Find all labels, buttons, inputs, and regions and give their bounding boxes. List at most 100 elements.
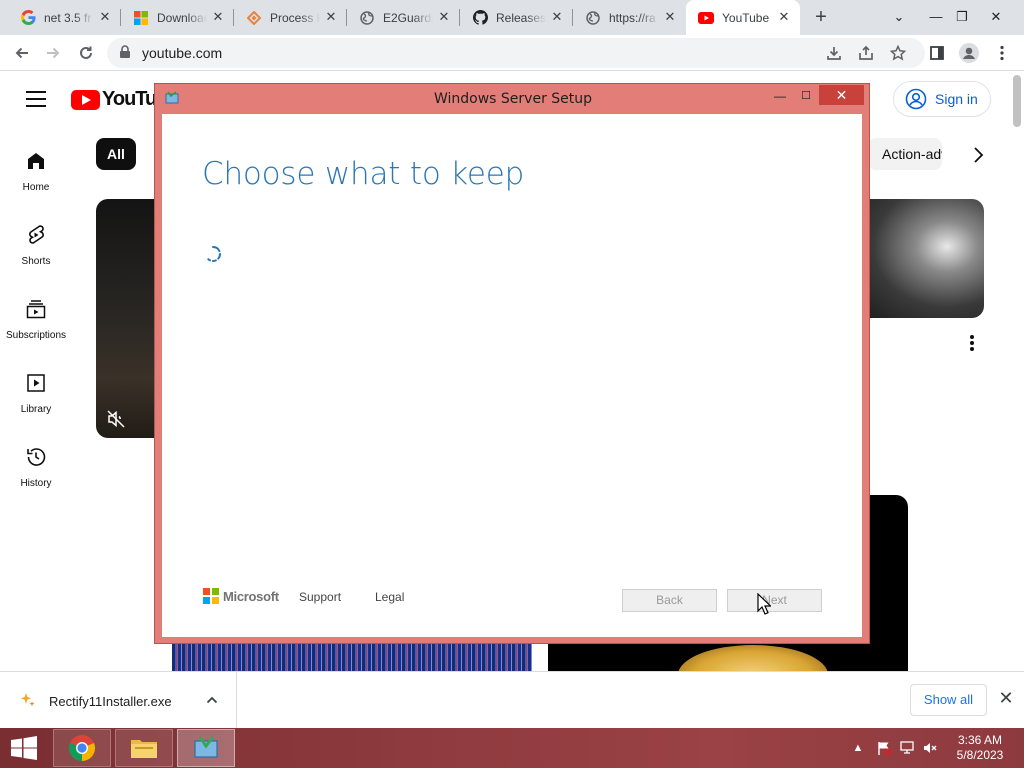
support-link[interactable]: Support (299, 590, 341, 604)
close-icon[interactable]: ✕ (210, 9, 226, 25)
close-icon[interactable]: ✕ (996, 688, 1016, 708)
account-icon (905, 88, 927, 110)
hamburger-menu-icon[interactable] (26, 91, 46, 107)
avatar-icon (959, 43, 979, 63)
close-icon[interactable]: ✕ (662, 9, 678, 25)
tab-youtube[interactable]: YouTube ✕ (686, 0, 800, 35)
history-icon (27, 448, 46, 466)
windows-start-icon[interactable] (8, 736, 40, 760)
setup-dialog: Windows Server Setup — ☐ ✕ Choose what t… (154, 83, 870, 644)
back-button[interactable] (8, 39, 36, 67)
side-panel-icon (930, 46, 944, 60)
youtube-icon (698, 10, 714, 26)
close-icon[interactable]: ✕ (436, 9, 452, 25)
chevron-right-icon[interactable] (966, 143, 990, 167)
page-scrollbar[interactable] (1013, 75, 1021, 127)
video-thumbnail[interactable] (860, 199, 984, 318)
sidebar-item-library[interactable]: Library (0, 371, 72, 415)
home-icon (28, 153, 44, 169)
more-vertical-icon (1000, 45, 1004, 61)
legal-link[interactable]: Legal (375, 590, 404, 604)
taskbar-clock[interactable]: 3:36 AM 5/8/2023 (950, 733, 1010, 763)
mouse-cursor-icon (757, 593, 771, 615)
tab-process-hacker[interactable]: Process H ✕ (234, 0, 347, 35)
network-icon[interactable] (899, 740, 915, 756)
more-vertical-icon[interactable] (966, 333, 978, 353)
share-button[interactable] (852, 39, 880, 67)
reload-icon (80, 46, 92, 59)
new-tab-button[interactable]: + (810, 6, 832, 28)
install-app-button[interactable] (820, 39, 848, 67)
reload-button[interactable] (72, 39, 100, 67)
tab-label: https://ra (609, 10, 656, 25)
setup-icon (194, 736, 218, 758)
tab-download[interactable]: Download ✕ (121, 0, 234, 35)
arrow-left-icon (15, 47, 28, 59)
sidebar-item-subscriptions[interactable]: Subscriptions (0, 297, 72, 341)
close-icon[interactable]: ✕ (97, 9, 113, 25)
thumbnail-artwork (678, 645, 828, 671)
close-icon[interactable]: ✕ (323, 9, 339, 25)
next-button[interactable]: Next (727, 589, 822, 612)
taskbar-chrome[interactable] (53, 729, 111, 767)
sidebar-item-label: Shorts (21, 256, 51, 267)
tab-net35[interactable]: net 3.5 fr ✕ (8, 0, 121, 35)
restore-button[interactable]: ❐ (944, 0, 980, 35)
chevron-up-icon[interactable] (204, 692, 220, 708)
clock-time: 3:36 AM (957, 733, 1003, 747)
tab-label: E2Guardi (383, 10, 433, 25)
sidebar-item-label: Subscriptions (5, 330, 67, 341)
tray-overflow-icon[interactable]: ▲ (850, 740, 866, 756)
close-icon[interactable]: ✕ (776, 9, 792, 25)
side-panel-button[interactable] (923, 39, 951, 67)
tab-e2guardian[interactable]: E2Guardi ✕ (347, 0, 460, 35)
share-icon (859, 45, 873, 60)
muted-speaker-icon (107, 410, 125, 428)
download-icon (827, 47, 841, 60)
windows-taskbar: ▲ 3:36 AM 5/8/2023 (0, 728, 1024, 768)
tab-search-button[interactable]: ⌄ (881, 0, 917, 35)
tab-label: YouTube (722, 10, 770, 25)
download-shelf: Rectify11Installer.exe Show all ✕ (0, 671, 1024, 728)
download-item[interactable]: Rectify11Installer.exe (0, 672, 237, 728)
taskbar-setup[interactable] (177, 729, 235, 767)
volume-muted-icon[interactable] (922, 740, 938, 756)
menu-button[interactable] (988, 39, 1016, 67)
bookmark-button[interactable] (884, 39, 912, 67)
file-explorer-icon (131, 740, 157, 758)
tab-releases[interactable]: Releases ✕ (460, 0, 573, 35)
close-window-button[interactable]: ✕ (978, 0, 1014, 35)
tab-label: Releases (496, 10, 546, 25)
dialog-close-button[interactable]: ✕ (819, 85, 864, 105)
chrome-icon (68, 735, 96, 762)
globe-icon (359, 10, 375, 26)
action-center-flag-icon[interactable] (876, 740, 892, 756)
back-button[interactable]: Back (622, 589, 717, 612)
lock-icon[interactable] (119, 45, 131, 64)
download-filename: Rectify11Installer.exe (49, 694, 172, 709)
forward-button[interactable] (39, 39, 67, 67)
profile-button[interactable] (955, 39, 983, 67)
dialog-minimize-button[interactable]: — (769, 86, 791, 108)
microsoft-logo: Microsoft (203, 588, 279, 604)
clock-date: 5/8/2023 (956, 748, 1004, 762)
github-icon (472, 10, 488, 26)
sidebar-item-shorts[interactable]: Shorts (0, 223, 72, 267)
taskbar-file-explorer[interactable] (115, 729, 173, 767)
url-text: youtube.com (142, 45, 223, 61)
address-bar[interactable]: youtube.com (107, 38, 925, 68)
chip-action-adventure[interactable]: Action-adventure (868, 138, 942, 170)
tab-label: Process H (270, 10, 320, 25)
show-all-button[interactable]: Show all (910, 684, 987, 716)
sidebar-item-history[interactable]: History (0, 445, 72, 489)
sidebar-item-home[interactable]: Home (0, 149, 72, 193)
globe-icon (585, 10, 601, 26)
sign-in-button[interactable]: Sign in (893, 81, 991, 117)
dialog-maximize-button[interactable]: ☐ (795, 86, 817, 108)
star-icon (890, 45, 906, 61)
tab-https-ra[interactable]: https://ra ✕ (573, 0, 686, 35)
sidebar-item-label: Home (22, 182, 50, 193)
close-icon[interactable]: ✕ (549, 9, 565, 25)
dialog-title: Windows Server Setup (433, 91, 593, 107)
chip-all[interactable]: All (96, 138, 136, 170)
